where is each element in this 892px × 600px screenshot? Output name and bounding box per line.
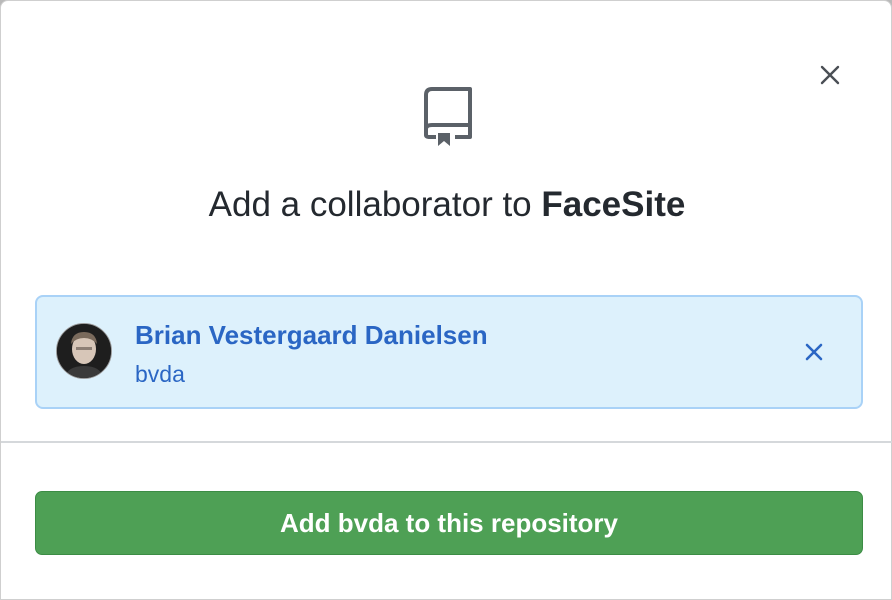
repo-name: FaceSite: [541, 185, 686, 224]
remove-collaborator-button[interactable]: [799, 337, 829, 367]
repo-book-icon: [424, 87, 472, 146]
collaborator-name[interactable]: Brian Vestergaard Danielsen: [135, 319, 488, 351]
add-collaborator-dialog: Add a collaborator to FaceSite Brian Ves…: [0, 0, 892, 600]
close-icon: [805, 343, 823, 361]
avatar-image: [57, 324, 111, 378]
selected-collaborator: Brian Vestergaard Danielsen bvda: [35, 295, 863, 409]
title-prefix: Add a collaborator to: [208, 185, 542, 224]
collaborator-login[interactable]: bvda: [135, 360, 185, 388]
close-icon: [820, 65, 840, 85]
divider: [1, 441, 892, 443]
close-dialog-button[interactable]: [813, 58, 847, 92]
avatar: [56, 323, 112, 379]
add-collaborator-button[interactable]: Add bvda to this repository: [35, 491, 863, 555]
dialog-title: Add a collaborator to FaceSite: [1, 181, 892, 229]
